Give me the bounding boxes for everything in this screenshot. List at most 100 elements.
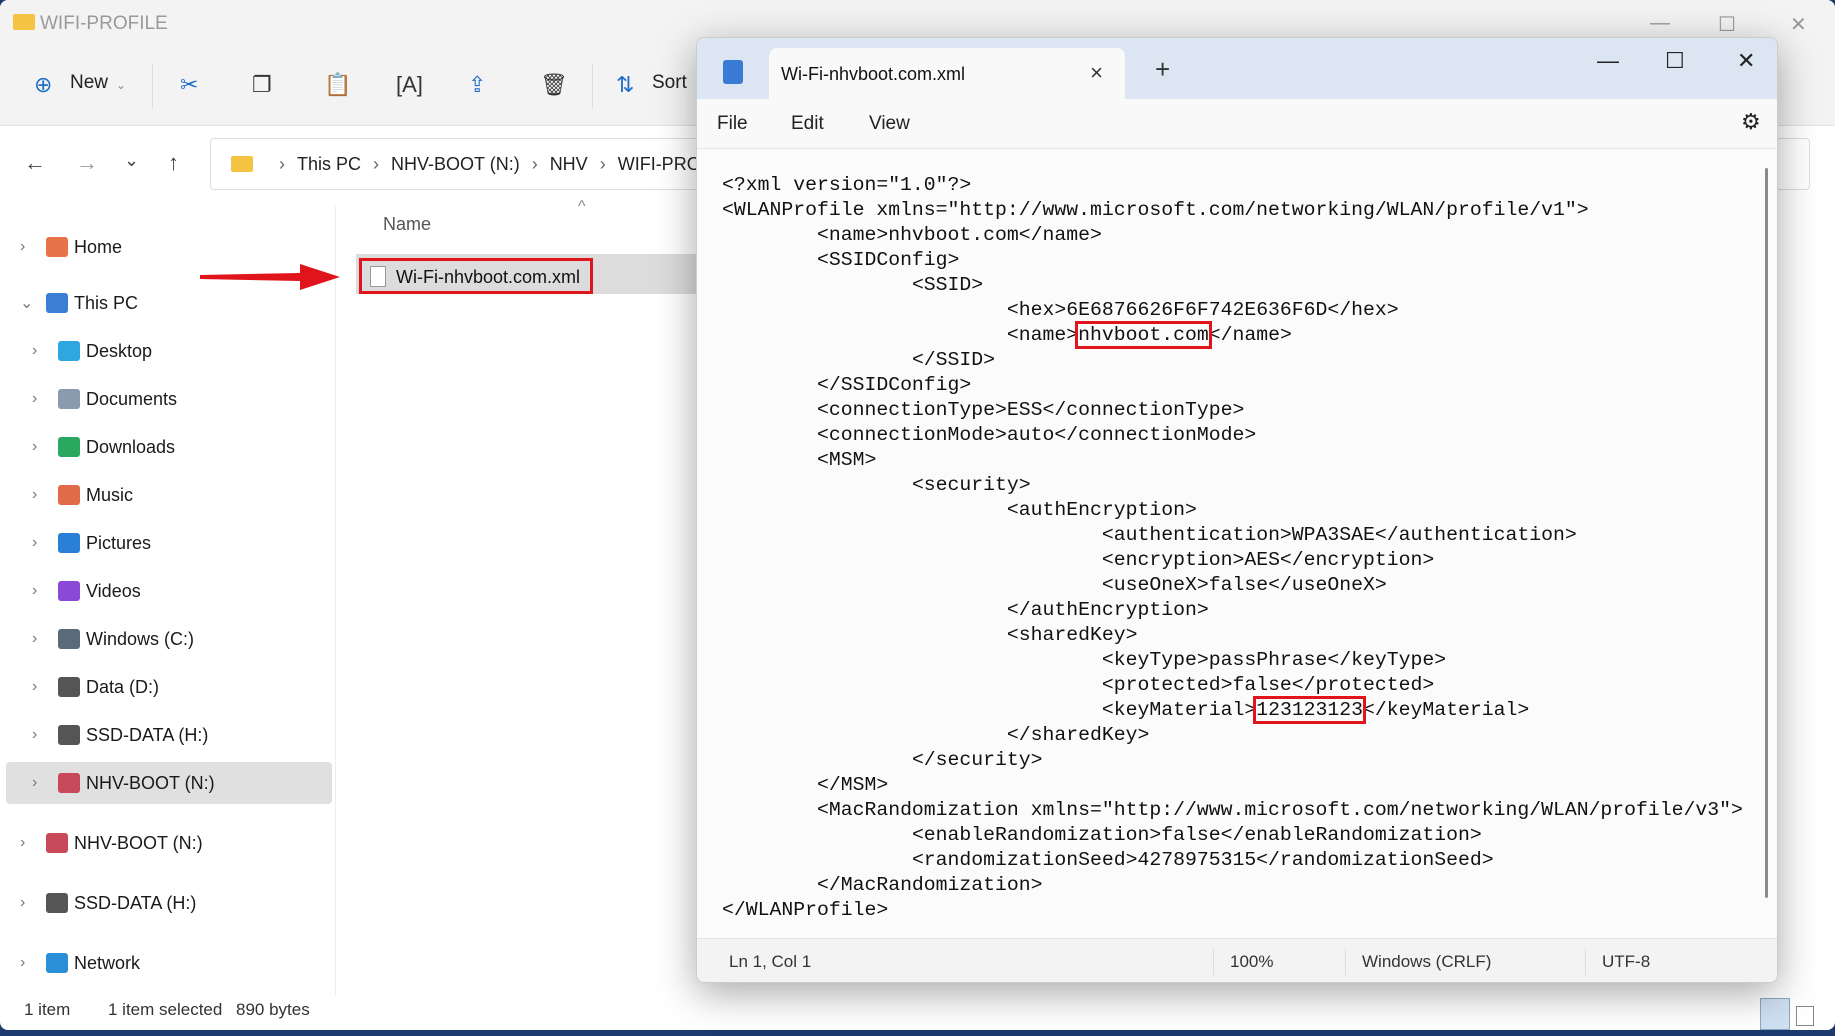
chevron-right-icon[interactable]: ›	[32, 726, 37, 744]
code-line: </authEncryption>	[722, 598, 1742, 623]
close-tab-icon[interactable]: ×	[1090, 60, 1103, 86]
sidebar-item[interactable]: › Downloads	[0, 426, 335, 468]
breadcrumb-item[interactable]: NHV-BOOT (N:)	[391, 154, 520, 174]
code-line: </MSM>	[722, 773, 1742, 798]
maximize-button[interactable]: ☐	[1718, 12, 1736, 37]
sidebar-item[interactable]: › NHV-BOOT (N:)	[6, 762, 332, 804]
code-text: <hex>6E6876626F6F742E636F6D</hex>	[722, 299, 1399, 321]
code-line: <keyType>passPhrase</keyType>	[722, 648, 1742, 673]
chevron-right-icon[interactable]: ›	[32, 342, 37, 360]
cut-icon[interactable]: ✂	[180, 72, 198, 98]
minimize-button[interactable]: —	[1597, 48, 1619, 74]
sidebar-item[interactable]: › NHV-BOOT (N:)	[0, 822, 335, 864]
back-button[interactable]: ←	[24, 150, 46, 176]
sidebar-item-label: Videos	[86, 580, 141, 601]
file-item[interactable]: Wi-Fi-nhvboot.com.xml	[359, 258, 593, 294]
menu-view[interactable]: View	[869, 113, 910, 135]
sidebar-item[interactable]: › Pictures	[0, 522, 335, 564]
delete-icon[interactable]: 🗑	[540, 72, 568, 98]
minimize-button[interactable]: —	[1650, 12, 1670, 35]
notepad-window: Wi-Fi-nhvboot.com.xml × + — ☐ ✕ File Edi…	[696, 37, 1778, 983]
chevron-right-icon[interactable]: ›	[32, 438, 37, 456]
paste-icon[interactable]: 📋	[324, 72, 351, 98]
code-line: <WLANProfile xmlns="http://www.microsoft…	[722, 198, 1742, 223]
cursor-position: Ln 1, Col 1	[729, 952, 812, 971]
sidebar-item-label: SSD-DATA (H:)	[86, 724, 209, 745]
chevron-right-icon[interactable]: ›	[32, 390, 37, 408]
chevron-right-icon[interactable]: ›	[32, 774, 37, 792]
code-line: </WLANProfile>	[722, 898, 1742, 923]
new-button[interactable]: New	[70, 72, 108, 94]
rename-icon[interactable]: [A]	[396, 72, 423, 98]
sidebar-item-label: Desktop	[86, 340, 153, 361]
sidebar-item[interactable]: › Network	[0, 942, 335, 984]
code-text: <SSID>	[722, 274, 984, 296]
large-icons-view-button[interactable]	[1796, 1006, 1814, 1026]
up-button[interactable]: ↑	[168, 150, 179, 176]
sidebar-item-label: Network	[74, 952, 141, 973]
chevron-right-icon[interactable]: ›	[20, 834, 25, 852]
sidebar-item[interactable]: › Documents	[0, 378, 335, 420]
code-line: <useOneX>false</useOneX>	[722, 573, 1742, 598]
copy-icon[interactable]: ❐	[252, 72, 272, 98]
recent-locations-button[interactable]: ⌄	[124, 150, 139, 171]
text-editor[interactable]: <?xml version="1.0"?> <WLANProfile xmlns=…	[722, 173, 1743, 953]
new-plus-icon: ⊕	[34, 72, 53, 97]
sidebar-item[interactable]: › Videos	[0, 570, 335, 612]
code-line: <SSIDConfig>	[722, 248, 1742, 273]
music-icon	[58, 485, 80, 505]
settings-gear-icon[interactable]: ⚙	[1741, 109, 1761, 135]
code-line: <name>nhvboot.com</name>	[722, 223, 1742, 248]
sort-button[interactable]: Sort	[652, 72, 687, 94]
desktop-icon	[58, 341, 80, 361]
code-text: <MacRandomization xmlns="http://www.micr…	[722, 799, 1743, 821]
code-line: <security>	[722, 473, 1742, 498]
sidebar-item[interactable]: › Desktop	[0, 330, 335, 372]
share-icon[interactable]: ⇪	[468, 72, 486, 98]
computer-icon	[46, 293, 68, 313]
sidebar-item-label: Data (D:)	[86, 676, 160, 697]
close-button[interactable]: ✕	[1737, 48, 1755, 74]
documents-icon	[58, 389, 80, 409]
notepad-tab-bar: Wi-Fi-nhvboot.com.xml × + — ☐ ✕	[697, 38, 1777, 99]
chevron-right-icon[interactable]: ›	[20, 954, 25, 972]
code-text: </MacRandomization>	[722, 874, 1043, 896]
code-text: <WLANProfile xmlns="http://www.microsoft…	[722, 199, 1589, 221]
sidebar-item[interactable]: › SSD-DATA (H:)	[0, 714, 335, 756]
sidebar-item[interactable]: › Windows (C:)	[0, 618, 335, 660]
close-button[interactable]: ✕	[1790, 12, 1807, 37]
chevron-right-icon[interactable]: ›	[32, 678, 37, 696]
chevron-right-icon[interactable]: ›	[32, 486, 37, 504]
maximize-button[interactable]: ☐	[1665, 48, 1685, 74]
chevron-right-icon[interactable]: ›	[32, 534, 37, 552]
selection-size: 890 bytes	[236, 1000, 310, 1019]
code-text: <protected>false</protected>	[722, 674, 1435, 696]
breadcrumb-item[interactable]: This PC	[297, 154, 361, 174]
forward-button[interactable]: →	[76, 150, 98, 176]
chevron-right-icon[interactable]: ›	[32, 630, 37, 648]
code-text: <MSM>	[722, 449, 877, 471]
chevron-right-icon[interactable]: ›	[32, 582, 37, 600]
chevron-right-icon[interactable]: ›	[20, 894, 25, 912]
tab-file[interactable]: Wi-Fi-nhvboot.com.xml ×	[769, 48, 1125, 99]
new-tab-button[interactable]: +	[1155, 54, 1170, 85]
chevron-down-icon[interactable]: ⌄	[20, 293, 33, 313]
details-view-button[interactable]	[1760, 998, 1790, 1030]
drive-icon	[46, 893, 68, 913]
vertical-scrollbar[interactable]	[1765, 168, 1768, 898]
chevron-right-icon[interactable]: ›	[20, 238, 25, 256]
sidebar-item[interactable]: › SSD-DATA (H:)	[0, 882, 335, 924]
tab-title: Wi-Fi-nhvboot.com.xml	[781, 64, 966, 84]
code-line: <keyMaterial>123123123</keyMaterial>	[722, 696, 1742, 724]
sidebar-item[interactable]: › Data (D:)	[0, 666, 335, 708]
sidebar-item[interactable]: › Music	[0, 474, 335, 516]
code-text: </keyMaterial>	[1363, 699, 1530, 721]
code-line: <enableRandomization>false</enableRandom…	[722, 823, 1742, 848]
menu-file[interactable]: File	[717, 113, 748, 135]
line-ending: Windows (CRLF)	[1362, 952, 1492, 971]
sidebar-item[interactable]: › Home	[0, 226, 335, 268]
column-header-name[interactable]: Name	[383, 214, 431, 235]
menu-edit[interactable]: Edit	[791, 113, 824, 135]
breadcrumb-item[interactable]: NHV	[550, 154, 588, 174]
code-line: <randomizationSeed>4278975315</randomiza…	[722, 848, 1742, 873]
